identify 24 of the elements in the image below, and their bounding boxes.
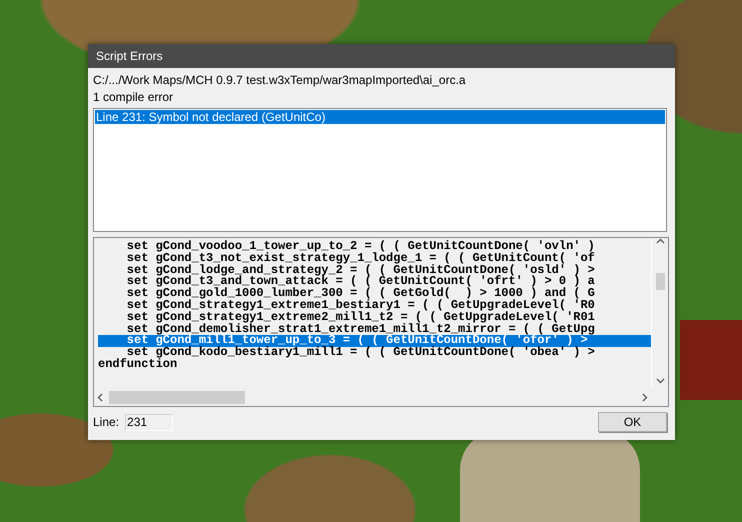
scroll-down-icon[interactable]: [656, 378, 664, 384]
code-line: set gCond_t3_and_town_attack = ( ( GetUnitCount( 'ofrt' ) > 0 ) a: [126, 276, 596, 288]
code-line: set gCond_t3_not_exist_strategy_1_lodge_1 = ( ( GetUnitCount( 'of: [126, 252, 596, 265]
scrollbar-thumb[interactable]: [109, 391, 245, 404]
vertical-scrollbar[interactable]: [651, 238, 668, 389]
scrollbar-thumb[interactable]: [656, 272, 664, 290]
code-line: set gCond_demolisher_strat1_extreme1_mill1_t2_mirror = ( ( GetUpg: [126, 324, 596, 336]
scroll-left-icon[interactable]: [97, 393, 103, 402]
scroll-right-icon[interactable]: [642, 393, 648, 402]
code-line: set gCond_lodge_and_strategy_2 = ( ( GetUnitCountDone( 'osld' ) >: [126, 264, 596, 276]
file-path: C:/.../Work Maps/MCH 0.9.7 test.w3xTemp/war3mapImported\ai_orc.a: [93, 72, 467, 89]
line-label: Line:: [93, 415, 120, 429]
code-line: set gCond_strategy1_extreme1_bestiary1 = ( ( GetUpgradeLevel( 'R0: [126, 300, 596, 312]
ok-button[interactable]: OK: [598, 412, 667, 432]
line-field[interactable]: 231: [125, 414, 174, 430]
code-line: endfunction: [98, 358, 178, 371]
scroll-up-icon[interactable]: [656, 238, 664, 244]
error-count: 1 compile error: [93, 89, 174, 106]
code-line: set gCond_gold_1000_lumber_300 = ( ( GetGold( ) > 1000 ) and ( G: [126, 288, 596, 300]
window-title: Script Errors: [88, 44, 675, 68]
code-line: set gCond_strategy1_extreme2_mill1_t2 = ( ( GetUpgradeLevel( 'R01: [126, 312, 596, 324]
code-line: set gCond_kodo_bestiary1_mill1 = ( ( GetUnitCountDone( 'obea' ) >: [126, 347, 596, 359]
code-line: set gCond_voodoo_1_tower_up_to_2 = ( ( GetUnitCountDone( 'ovln' ): [126, 241, 596, 253]
error-item[interactable]: Line 231: Symbol not declared (GetUnitCo): [95, 110, 665, 124]
